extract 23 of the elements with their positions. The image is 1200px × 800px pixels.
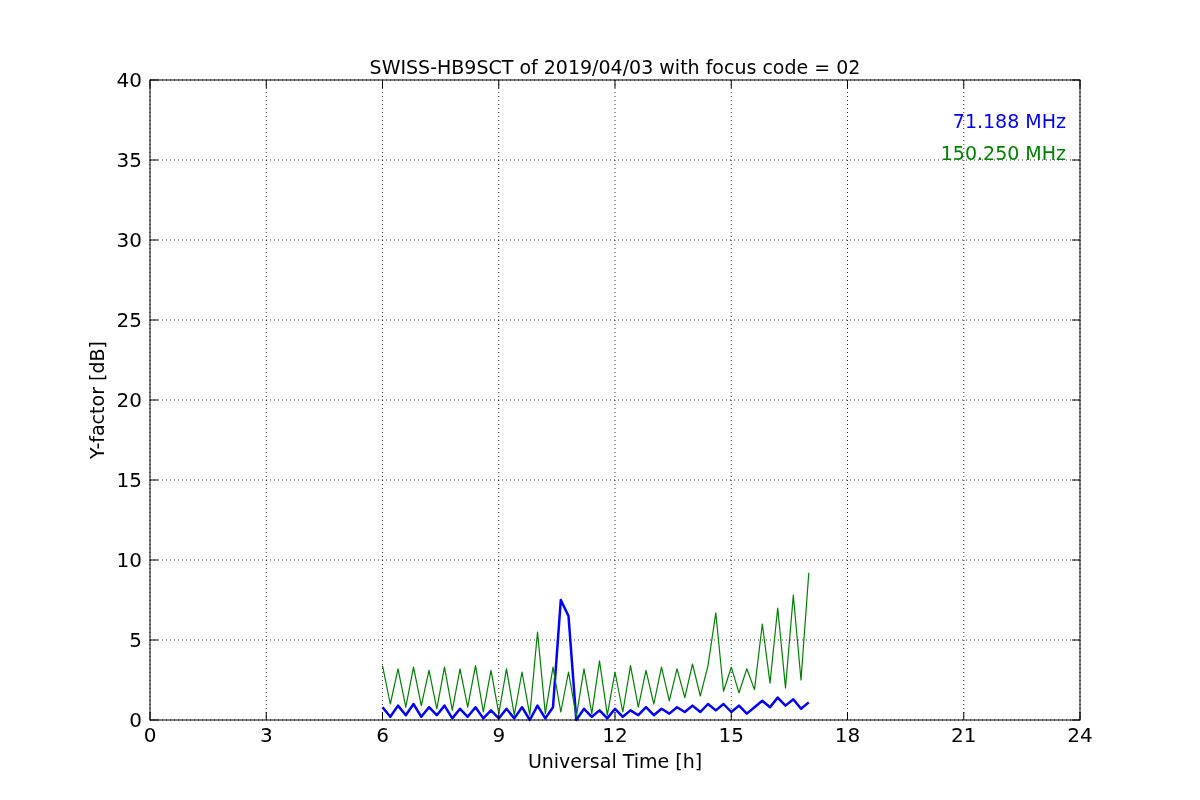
y-tick-label: 35 bbox=[116, 148, 142, 172]
y-tick-label: 10 bbox=[116, 548, 142, 572]
y-tick-label: 0 bbox=[129, 708, 142, 732]
y-tick-label: 15 bbox=[116, 468, 142, 492]
y-axis-label: Y-factor [dB] bbox=[86, 341, 108, 459]
y-tick-label: 30 bbox=[116, 228, 142, 252]
x-tick-label: 21 bbox=[951, 723, 977, 747]
y-tick-label: 5 bbox=[129, 628, 142, 652]
x-axis-label: Universal Time [h] bbox=[527, 750, 703, 772]
y-tick-label: 20 bbox=[116, 388, 142, 412]
x-tick-label: 3 bbox=[259, 723, 273, 747]
y-tick-label: 25 bbox=[116, 308, 142, 332]
x-tick-label: 9 bbox=[492, 723, 506, 747]
legend-entry: 150.250 MHz bbox=[940, 142, 1066, 164]
x-tick-label: 0 bbox=[143, 723, 157, 747]
x-tick-label: 6 bbox=[376, 723, 389, 747]
legend-entry: 71.188 MHz bbox=[952, 110, 1066, 132]
x-tick-label: 12 bbox=[602, 723, 628, 747]
y-tick-label: 40 bbox=[116, 68, 142, 92]
x-tick-label: 18 bbox=[834, 723, 861, 747]
x-tick-label: 24 bbox=[1067, 723, 1093, 747]
chart-title: SWISS-HB9SCT of 2019/04/03 with focus code = 02 bbox=[369, 56, 861, 78]
x-tick-label: 15 bbox=[718, 723, 744, 747]
